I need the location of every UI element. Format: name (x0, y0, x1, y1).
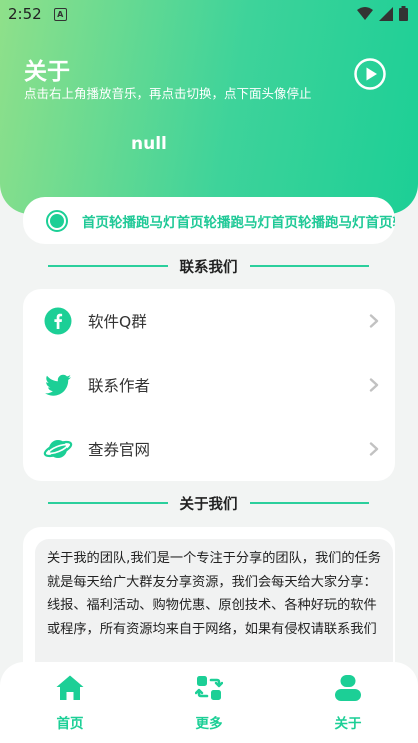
contact-section-title: 联系我们 (179, 259, 238, 276)
tab-about[interactable]: 关于 (308, 674, 388, 734)
divider-line (249, 502, 369, 504)
home-icon (56, 675, 84, 700)
announcement-marquee[interactable]: 首页轮播跑马灯首页轮播跑马灯首页轮播跑马灯首页轮播跑马灯 (23, 197, 395, 244)
contact-section-divider: 联系我们 (48, 256, 369, 276)
facebook-icon (44, 307, 72, 335)
marquee-text: 首页轮播跑马灯首页轮播跑马灯首页轮播跑马灯首页轮播跑马灯 (82, 214, 395, 231)
app-notification-icon: A (53, 7, 67, 21)
tab-more[interactable]: 更多 (169, 674, 249, 734)
play-music-icon[interactable] (354, 58, 386, 90)
contact-list: 软件Q群 联系作者 查券官网 (23, 289, 395, 481)
status-bar: 2:52 A (0, 0, 418, 28)
about-section-divider: 关于我们 (48, 493, 369, 513)
header-subtitle: 点击右上角播放音乐，再点击切换，点下面头像停止 (24, 86, 312, 101)
chevron-right-icon (369, 378, 379, 392)
tab-home[interactable]: 首页 (30, 674, 110, 734)
twitter-icon (45, 374, 71, 396)
divider-line (48, 265, 168, 267)
about-card: 关于我的团队,我们是一个专注于分享的团队，我们的任务就是每天给广大群友分享资源，… (23, 527, 395, 681)
status-time: 2:52 (8, 5, 42, 23)
user-nickname[interactable]: null (131, 134, 167, 154)
page-title: 关于 (24, 59, 70, 85)
tab-more-label: 更多 (195, 716, 223, 732)
chevron-right-icon (369, 442, 379, 456)
header-banner: 关于 点击右上角播放音乐，再点击切换，点下面头像停止 null (0, 0, 418, 214)
planet-icon (43, 440, 73, 458)
divider-line (249, 265, 369, 267)
about-description: 关于我的团队,我们是一个专注于分享的团队，我们的任务就是每天给广大群友分享资源，… (35, 539, 393, 681)
divider-line (48, 502, 168, 504)
announcement-dot-icon (46, 209, 68, 232)
about-section-title: 关于我们 (179, 496, 238, 513)
switch-icon (195, 676, 223, 700)
contact-item-author[interactable]: 联系作者 (23, 353, 395, 417)
signal-icon (379, 6, 393, 21)
wifi-icon (357, 6, 373, 20)
tab-home-label: 首页 (56, 716, 84, 732)
contact-item-label: 软件Q群 (88, 313, 147, 331)
contact-item-label: 查券官网 (88, 441, 151, 459)
contact-item-qq-group[interactable]: 软件Q群 (23, 289, 395, 353)
user-icon (335, 675, 361, 701)
battery-icon (399, 6, 408, 21)
contact-item-label: 联系作者 (88, 377, 151, 395)
tab-about-label: 关于 (334, 716, 362, 732)
contact-item-coupon-site[interactable]: 查券官网 (23, 417, 395, 481)
bottom-navigation: 首页 更多 关于 (0, 662, 418, 743)
chevron-right-icon (369, 314, 379, 328)
